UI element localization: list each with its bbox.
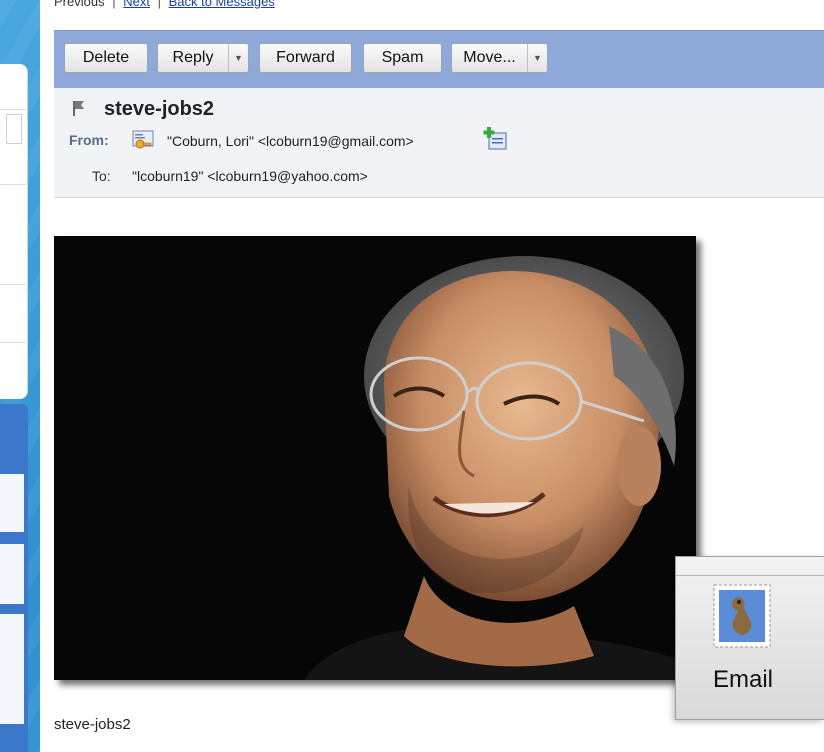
panel-divider — [0, 184, 26, 185]
sidebar-block — [0, 544, 24, 604]
attachment-caption: steve-jobs2 — [54, 716, 131, 733]
spam-button[interactable]: Spam — [363, 43, 442, 73]
move-button[interactable]: Move... ▼ — [451, 43, 548, 73]
to-label: To: — [92, 168, 111, 184]
panel-divider — [0, 109, 26, 110]
previous-link[interactable]: Previous — [54, 0, 105, 9]
message-toolbar: Delete Reply ▼ Forward Spam Move... ▼ — [54, 30, 824, 88]
sidebar-block — [0, 614, 24, 724]
background-browser-window — [0, 14, 28, 752]
from-label: From: — [69, 132, 109, 148]
portrait-image — [54, 236, 696, 680]
message-subject: steve-jobs2 — [104, 98, 215, 120]
email-app-label: Email — [713, 666, 774, 693]
back-to-messages-link[interactable]: Back to Messages — [169, 0, 275, 9]
reply-button-label: Reply — [172, 49, 214, 66]
panel-divider — [0, 342, 26, 343]
attachment-photo[interactable] — [54, 236, 696, 680]
forward-button[interactable]: Forward — [259, 43, 352, 73]
flag-icon[interactable] — [72, 100, 86, 116]
background-panel — [0, 64, 28, 399]
move-button-label: Move... — [463, 49, 516, 66]
next-link[interactable]: Next — [123, 0, 150, 9]
background-sidebar — [0, 404, 28, 752]
tile-divider — [676, 575, 824, 576]
message-nav: Previous | Next | Back to Messages — [54, 0, 275, 14]
sidebar-block — [0, 474, 24, 532]
reply-button[interactable]: Reply ▼ — [157, 43, 249, 73]
delete-button[interactable]: Delete — [64, 43, 148, 73]
nav-separator: | — [112, 0, 116, 9]
contact-card-icon[interactable] — [132, 128, 154, 150]
add-contact-icon[interactable] — [483, 126, 509, 152]
from-address: "Coburn, Lori" <lcoburn19@gmail.com> — [167, 133, 414, 149]
message-header: steve-jobs2 From: "Coburn, Lori" <lcobur… — [54, 88, 824, 198]
reply-dropdown-icon[interactable]: ▼ — [228, 44, 248, 72]
move-dropdown-icon[interactable]: ▼ — [527, 44, 547, 72]
to-address: "lcoburn19" <lcoburn19@yahoo.com> — [132, 168, 368, 184]
panel-box — [6, 114, 22, 144]
nav-separator: | — [157, 0, 161, 9]
email-app-tile[interactable]: Email — [675, 556, 824, 720]
panel-divider — [0, 284, 26, 285]
postage-stamp-icon — [713, 584, 771, 648]
